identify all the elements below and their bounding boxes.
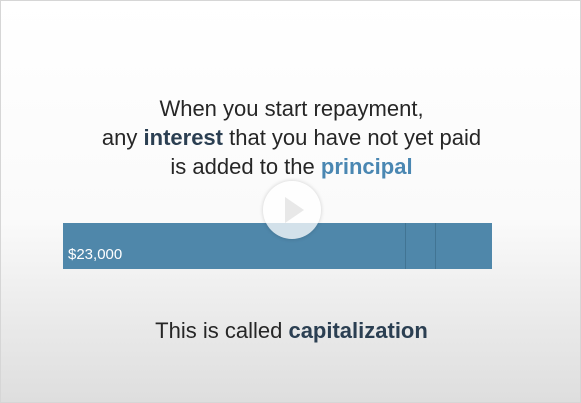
principal-amount-label: $23,000 [68,246,123,263]
headline-line-3-prefix: is added to the [170,154,321,179]
interest-highlight: interest [143,125,223,150]
headline-line-1: When you start repayment, [159,96,424,121]
capitalization-caption: This is called capitalization [1,318,580,344]
headline-line-3: is added to the principal [1,152,580,181]
headline-line-2: any interest that you have not yet paid [1,123,580,152]
headline: When you start repayment, any interest t… [1,94,580,181]
video-frame[interactable]: When you start repayment, any interest t… [0,0,581,403]
play-button[interactable] [263,181,321,239]
caption-prefix: This is called [155,318,289,343]
headline-line-2-prefix: any [101,125,144,150]
bar-segment-divider [405,223,406,269]
capitalization-highlight: capitalization [288,318,428,343]
principal-highlight: principal [320,154,413,179]
headline-line-2-suffix: that you have not yet paid [223,125,482,150]
play-icon [285,197,304,223]
bar-segment-divider [435,223,436,269]
